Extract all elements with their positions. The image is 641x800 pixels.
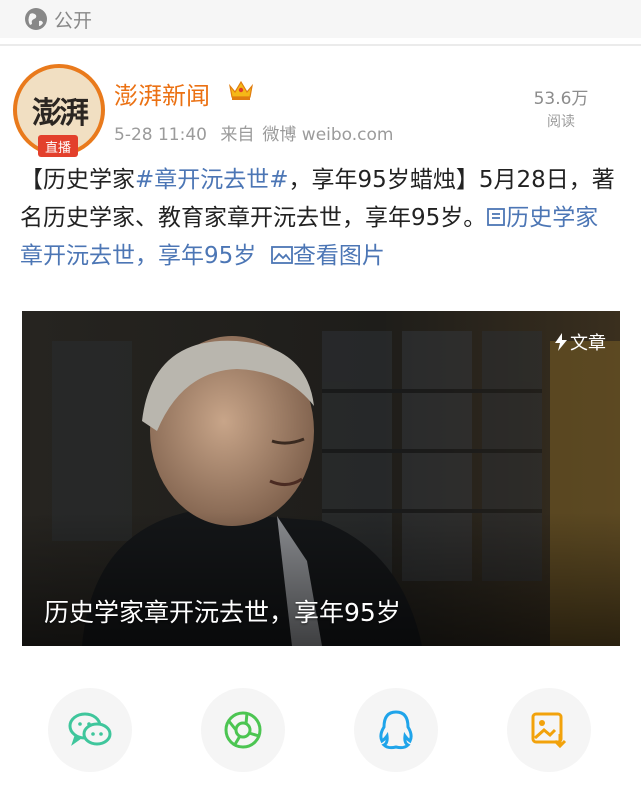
share-bar [0,688,641,778]
save-image-icon [531,712,567,749]
article-card[interactable]: 文章 历史学家章开沅去世，享年95岁 [22,311,620,646]
live-badge: 直播 [38,135,78,157]
hashtag-link[interactable]: #章开沅去世# [135,167,289,193]
bolt-icon [555,333,567,351]
post-text: 【历史学家#章开沅去世#，享年95岁蜡烛】5月28日，著名历史学家、教育家章开沅… [20,161,620,275]
article-badge-label: 文章 [570,333,606,354]
view-image-link[interactable]: 查看图片 [271,243,385,269]
avatar[interactable]: 澎湃 直播 [13,64,105,157]
post-meta: 5-28 11:40 来自 微博 weibo.com [114,120,402,145]
qq-icon [379,710,413,750]
visibility-label: 公开 [54,9,93,32]
wechat-icon [68,712,112,746]
visibility-bar[interactable]: 公开 [0,0,641,38]
article-badge: 文章 [554,329,606,355]
post-text-intro: 【历史学家 [20,167,135,193]
share-wechat-button[interactable] [48,688,132,772]
read-count-value: 53.6万 [533,89,589,109]
source-prefix: 来自 [220,125,255,145]
read-count-label: 阅读 [547,114,575,130]
author-name[interactable]: 澎湃新闻 [114,76,210,111]
crown-icon [229,80,253,100]
article-caption: 历史学家章开沅去世，享年95岁 [44,598,401,627]
article-icon [487,208,506,226]
avatar-logo: 澎湃 [32,96,89,131]
post-time: 5-28 11:40 [114,125,207,145]
globe-icon [25,8,47,30]
image-icon [271,246,293,264]
source-app[interactable]: 微博 weibo.com [262,125,393,145]
moments-icon [224,711,262,749]
read-count: 53.6万 阅读 [526,84,596,131]
share-qq-button[interactable] [354,688,438,772]
save-image-button[interactable] [507,688,591,772]
view-image-label: 查看图片 [292,243,385,269]
divider [0,44,641,46]
share-moments-button[interactable] [201,688,285,772]
